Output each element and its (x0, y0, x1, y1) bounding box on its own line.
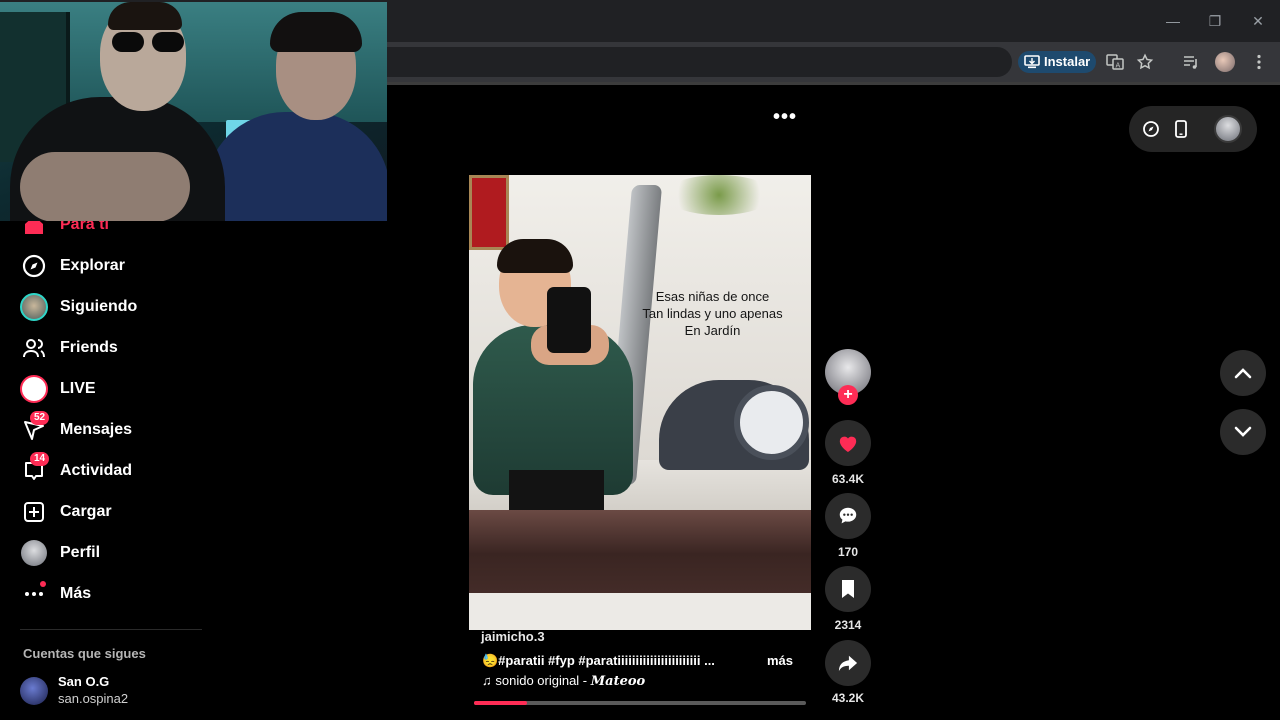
video-progress-bar[interactable] (474, 701, 806, 705)
activity-badge: 14 (30, 452, 50, 466)
save-button[interactable] (825, 566, 871, 612)
more-options-icon[interactable]: ••• (772, 107, 798, 132)
sidebar-item-label: Perfil (60, 544, 101, 561)
sidebar-item-mensajes[interactable]: 52 Mensajes (18, 411, 208, 445)
install-app-button[interactable]: Instalar (1018, 51, 1096, 73)
following-accounts-heading: Cuentas que sigues (23, 646, 146, 661)
description-more-link[interactable]: más (767, 653, 793, 668)
sidebar-item-label: Más (60, 585, 92, 602)
share-button[interactable] (825, 640, 871, 686)
video-caption-overlay: Esas niñas de once Tan lindas y uno apen… (625, 288, 800, 339)
sidebar-item-label: Friends (60, 339, 118, 356)
sidebar-item-explorar[interactable]: Explorar (18, 251, 208, 281)
like-count: 63.4K (831, 472, 865, 486)
video-progress-fill (474, 701, 528, 705)
profile-avatar[interactable] (1214, 115, 1242, 143)
sound-label: ♫ sonido original - (482, 673, 591, 688)
video-sound[interactable]: ♫ sonido original - 𝑴𝒂𝒕𝒆𝒐𝒐 (482, 673, 645, 689)
sound-author: 𝑴𝒂𝒕𝒆𝒐𝒐 (590, 674, 646, 689)
sidebar-item-actividad[interactable]: 14 Actividad (18, 452, 208, 486)
profile-avatar-icon (18, 538, 50, 568)
sidebar-item-label: Siguiendo (60, 298, 138, 315)
following-avatar-icon (18, 292, 50, 322)
upload-plus-icon (18, 497, 50, 527)
comment-button[interactable] (825, 493, 871, 539)
sidebar-nav: Para ti Explorar Siguiendo Friends LIVE … (0, 216, 210, 720)
sidebar-item-label: Actividad (60, 462, 133, 479)
compass-icon[interactable] (1141, 119, 1161, 139)
messages-badge: 52 (30, 411, 50, 425)
share-count: 43.2K (831, 691, 865, 705)
sidebar-item-label: Explorar (60, 257, 125, 274)
media-queue-icon[interactable] (1180, 51, 1202, 73)
browser-profile-avatar[interactable] (1215, 52, 1235, 72)
live-icon (18, 374, 50, 404)
translate-icon[interactable]: A (1104, 51, 1126, 73)
caption-line: Tan lindas y uno apenas (642, 306, 783, 321)
video-description: 😓#paratii #fyp #paratiiiiiiiiiiiiiiiiiii… (482, 653, 715, 668)
comment-count: 170 (837, 545, 859, 559)
sidebar-item-label: Mensajes (60, 421, 133, 438)
header-controls (1129, 106, 1257, 152)
friends-icon (18, 333, 50, 363)
webcam-overlay (0, 2, 387, 221)
sidebar-item-label: LIVE (60, 380, 96, 397)
svg-text:A: A (1116, 62, 1121, 70)
video-player[interactable]: Esas niñas de once Tan lindas y uno apen… (469, 175, 811, 630)
caption-line: Esas niñas de once (655, 289, 770, 304)
save-count: 2314 (834, 618, 862, 632)
next-video-button[interactable] (1220, 409, 1266, 455)
caption-line: En Jardín (684, 323, 741, 338)
sidebar-divider (20, 629, 202, 630)
account-handle: san.ospina2 (58, 691, 129, 706)
share-arrow-icon (838, 655, 858, 672)
sidebar-item-friends[interactable]: Friends (18, 333, 208, 363)
mobile-device-icon[interactable] (1171, 119, 1191, 139)
account-avatar (20, 677, 48, 705)
video-author-username[interactable]: jaimicho.3 (481, 629, 545, 644)
minimize-icon[interactable]: — (1161, 10, 1185, 32)
chevron-up-icon (1234, 368, 1252, 379)
heart-icon (839, 436, 857, 453)
sidebar-item-siguiendo[interactable]: Siguiendo (18, 292, 208, 322)
account-name: San O.G (58, 674, 110, 689)
bookmark-star-icon[interactable] (1134, 51, 1156, 73)
like-button[interactable] (825, 420, 871, 466)
sidebar-item-perfil[interactable]: Perfil (18, 538, 208, 568)
close-icon[interactable]: ✕ (1246, 10, 1270, 32)
activity-icon: 14 (18, 452, 50, 486)
notification-dot (40, 581, 46, 587)
following-account-item[interactable]: San O.G san.ospina2 (20, 674, 210, 708)
browser-menu-icon[interactable] (1248, 51, 1270, 73)
compass-icon (18, 251, 50, 281)
install-icon (1024, 55, 1040, 69)
comment-icon (839, 507, 857, 524)
install-label: Instalar (1044, 54, 1091, 69)
more-dots-icon (18, 579, 50, 609)
messages-icon: 52 (18, 411, 50, 445)
follow-plus-button[interactable]: + (838, 385, 858, 405)
bookmark-icon (842, 580, 854, 598)
chevron-down-icon (1234, 426, 1252, 437)
previous-video-button[interactable] (1220, 350, 1266, 396)
sidebar-item-mas[interactable]: Más (18, 579, 208, 609)
sidebar-item-cargar[interactable]: Cargar (18, 497, 208, 527)
sidebar-item-label: Cargar (60, 503, 112, 520)
restore-icon[interactable]: ❐ (1203, 10, 1227, 32)
sidebar-item-live[interactable]: LIVE (18, 374, 208, 404)
